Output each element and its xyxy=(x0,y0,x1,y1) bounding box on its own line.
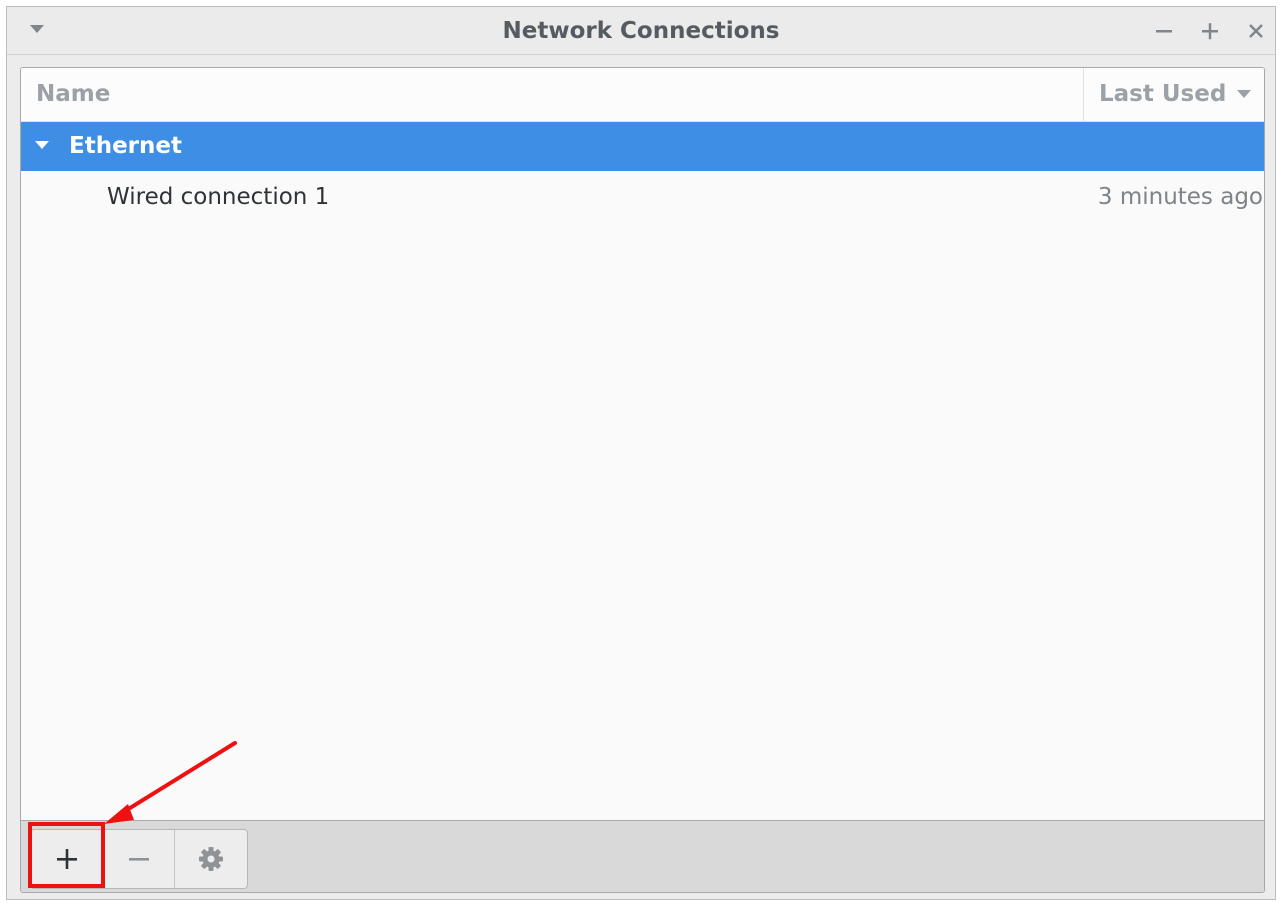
triangle-down-icon xyxy=(30,25,44,33)
window-title: Network Connections xyxy=(502,18,780,44)
title-bar: Network Connections xyxy=(7,7,1275,55)
list-header: Name Last Used xyxy=(21,68,1264,122)
sort-descending-icon xyxy=(1237,90,1251,98)
network-connections-window: Network Connections Name Last Used Ether… xyxy=(6,6,1276,900)
window-menu-button[interactable] xyxy=(25,17,49,41)
column-header-name[interactable]: Name xyxy=(21,68,1083,121)
column-header-last-used[interactable]: Last Used xyxy=(1083,68,1264,121)
edit-connection-button[interactable] xyxy=(175,830,247,888)
minimize-icon xyxy=(1156,30,1172,33)
connection-name: Wired connection 1 xyxy=(107,184,330,210)
remove-connection-button[interactable] xyxy=(103,830,175,888)
connections-list: Name Last Used Ethernet Wired connection… xyxy=(20,67,1265,893)
toolbar-button-group xyxy=(30,829,248,889)
close-button[interactable] xyxy=(1242,17,1270,45)
plus-icon xyxy=(56,849,77,869)
group-row-ethernet[interactable]: Ethernet xyxy=(21,122,1264,171)
gear-icon xyxy=(199,847,223,871)
expander-down-icon[interactable] xyxy=(34,140,50,150)
add-connection-button[interactable] xyxy=(31,830,103,888)
group-label: Ethernet xyxy=(69,133,182,159)
connection-last-used: 3 minutes ago xyxy=(1097,184,1263,210)
column-header-last-used-label: Last Used xyxy=(1099,81,1227,107)
maximize-button[interactable] xyxy=(1196,17,1224,45)
bottom-toolbar xyxy=(21,820,1264,892)
minimize-button[interactable] xyxy=(1150,17,1178,45)
connection-row[interactable]: Wired connection 1 3 minutes ago xyxy=(21,171,1264,223)
maximize-icon xyxy=(1202,23,1218,40)
close-icon xyxy=(1249,24,1263,38)
column-header-name-label: Name xyxy=(36,81,111,107)
minus-icon xyxy=(128,858,149,861)
